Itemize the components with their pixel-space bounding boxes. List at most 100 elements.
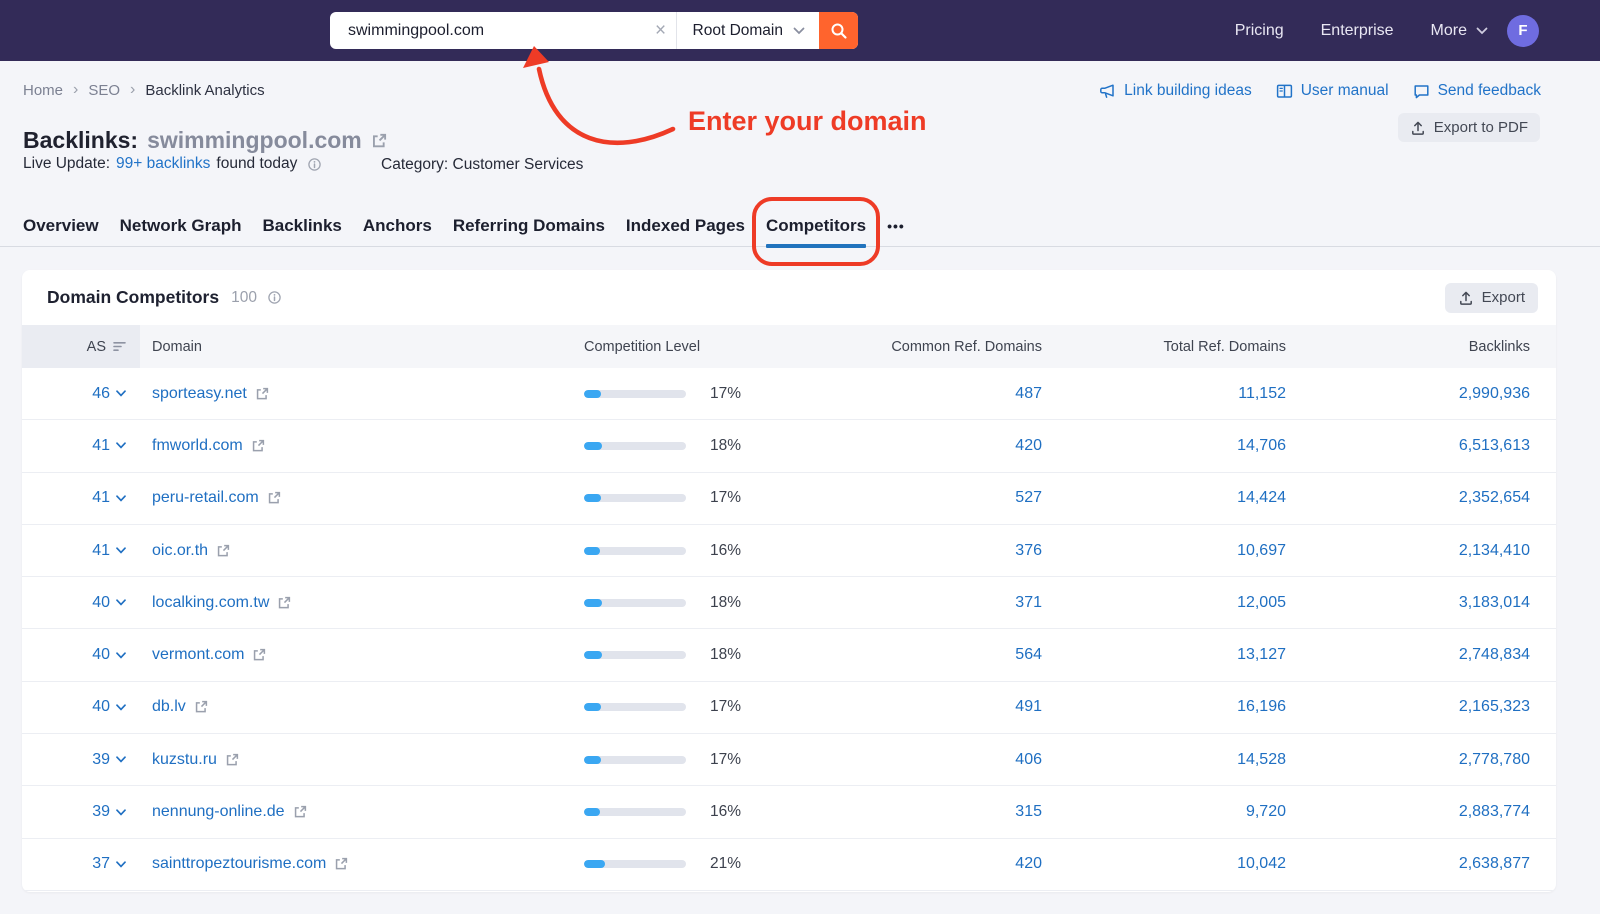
total-ref-domains-value[interactable]: 12,005 [1237,594,1286,611]
clear-search-icon[interactable]: × [646,12,676,49]
external-link-icon[interactable] [194,700,208,714]
authority-score-value[interactable]: 46 [92,385,126,403]
breadcrumb-item-home[interactable]: Home [23,82,63,99]
common-ref-domains-value[interactable]: 406 [1015,751,1042,768]
external-link-icon[interactable] [252,648,266,662]
authority-score-value[interactable]: 37 [92,855,126,873]
domain-link[interactable]: sporteasy.net [152,385,247,403]
send-feedback-link[interactable]: Send feedback [1413,82,1541,100]
search-button[interactable] [819,12,858,49]
nav-enterprise[interactable]: Enterprise [1321,22,1394,40]
domain-link[interactable]: localking.com.tw [152,594,269,612]
common-ref-domains-value[interactable]: 564 [1015,646,1042,663]
tab-competitors[interactable]: Competitors [766,206,866,247]
tab-backlinks[interactable]: Backlinks [262,206,341,247]
total-ref-domains-value[interactable]: 14,706 [1237,437,1286,454]
authority-score-value[interactable]: 40 [92,698,126,716]
tab-anchors[interactable]: Anchors [363,206,432,247]
info-icon[interactable] [307,157,322,172]
domain-link[interactable]: peru-retail.com [152,489,259,507]
domain-cell: sporteasy.net [140,385,584,403]
external-link-icon[interactable] [216,544,230,558]
domain-link[interactable]: db.lv [152,698,186,716]
common-ref-domains-value[interactable]: 420 [1015,855,1042,872]
column-header-domain[interactable]: Domain [140,339,584,355]
backlinks-value[interactable]: 2,778,780 [1459,751,1530,768]
competition-percent: 21% [710,855,741,873]
tab-overview[interactable]: Overview [23,206,99,247]
column-header-as[interactable]: AS [22,325,140,368]
backlinks-value[interactable]: 2,883,774 [1459,803,1530,820]
authority-score-value[interactable]: 40 [92,646,126,664]
search-input[interactable] [330,22,646,40]
authority-score-value[interactable]: 41 [92,437,126,455]
authority-score-value[interactable]: 40 [92,594,126,612]
total-ref-domains-value[interactable]: 9,720 [1246,803,1286,820]
total-ref-domains-value[interactable]: 11,152 [1238,385,1286,402]
domain-link[interactable]: kuzstu.ru [152,751,217,769]
backlinks-value[interactable]: 6,513,613 [1459,437,1530,454]
common-ref-domains-value[interactable]: 491 [1015,698,1042,715]
backlinks-value[interactable]: 2,990,936 [1459,385,1530,402]
common-ref-domains-cell: 371 [798,594,1042,612]
column-header-common-ref-domains[interactable]: Common Ref. Domains [798,339,1042,355]
competition-level-fill [584,756,601,764]
total-ref-domains-value[interactable]: 13,127 [1237,646,1286,663]
column-header-total-ref-domains[interactable]: Total Ref. Domains [1042,339,1286,355]
total-ref-domains-value[interactable]: 16,196 [1237,698,1286,715]
authority-score-value[interactable]: 41 [92,542,126,560]
total-ref-domains-value[interactable]: 10,697 [1237,542,1286,559]
external-link-icon[interactable] [293,805,307,819]
tab-indexed-pages[interactable]: Indexed Pages [626,206,745,247]
backlinks-value[interactable]: 2,748,834 [1459,646,1530,663]
external-link-icon[interactable] [255,387,269,401]
common-ref-domains-value[interactable]: 315 [1015,803,1042,820]
live-update-backlinks-link[interactable]: 99+ backlinks [116,155,210,173]
common-ref-domains-value[interactable]: 527 [1015,489,1042,506]
backlinks-value[interactable]: 3,183,014 [1459,594,1530,611]
external-link-icon[interactable] [334,857,348,871]
domain-link[interactable]: oic.or.th [152,542,208,560]
chevron-down-icon [116,547,126,554]
external-link-icon[interactable] [277,596,291,610]
user-manual-link[interactable]: User manual [1276,82,1389,100]
backlinks-value[interactable]: 2,165,323 [1459,698,1530,715]
link-building-ideas-link[interactable]: Link building ideas [1099,82,1252,100]
total-ref-domains-value[interactable]: 14,528 [1237,751,1286,768]
competition-percent: 16% [710,803,741,821]
common-ref-domains-value[interactable]: 371 [1015,594,1042,611]
column-header-competition-level[interactable]: Competition Level [584,339,798,355]
external-link-icon[interactable] [267,491,281,505]
common-ref-domains-value[interactable]: 420 [1015,437,1042,454]
info-icon[interactable] [267,290,282,305]
authority-score-value[interactable]: 39 [92,751,126,769]
total-ref-domains-value[interactable]: 14,424 [1237,489,1286,506]
domain-link[interactable]: sainttropeztourisme.com [152,855,326,873]
domain-link[interactable]: vermont.com [152,646,244,664]
backlinks-value[interactable]: 2,134,410 [1459,542,1530,559]
authority-score-value[interactable]: 39 [92,803,126,821]
external-link-icon[interactable] [371,133,387,149]
column-header-backlinks[interactable]: Backlinks [1286,339,1530,355]
common-ref-domains-value[interactable]: 376 [1015,542,1042,559]
external-link-icon[interactable] [251,439,265,453]
export-button[interactable]: Export [1445,283,1538,313]
tab-more[interactable]: ••• [887,206,905,247]
search-scope-dropdown[interactable]: Root Domain [677,12,819,49]
as-cell: 39 [22,786,140,837]
domain-link[interactable]: nennung-online.de [152,803,285,821]
breadcrumb-item-seo[interactable]: SEO [88,82,120,99]
total-ref-domains-value[interactable]: 10,042 [1237,855,1286,872]
external-link-icon[interactable] [225,753,239,767]
authority-score-value[interactable]: 41 [92,489,126,507]
tab-referring-domains[interactable]: Referring Domains [453,206,605,247]
nav-pricing[interactable]: Pricing [1235,22,1284,40]
nav-more[interactable]: More [1431,22,1488,40]
tab-network-graph[interactable]: Network Graph [120,206,242,247]
common-ref-domains-value[interactable]: 487 [1015,385,1042,402]
avatar[interactable]: F [1507,15,1539,47]
export-to-pdf-button[interactable]: Export to PDF [1398,113,1540,142]
backlinks-value[interactable]: 2,352,654 [1459,489,1530,506]
domain-link[interactable]: fmworld.com [152,437,243,455]
backlinks-value[interactable]: 2,638,877 [1459,855,1530,872]
